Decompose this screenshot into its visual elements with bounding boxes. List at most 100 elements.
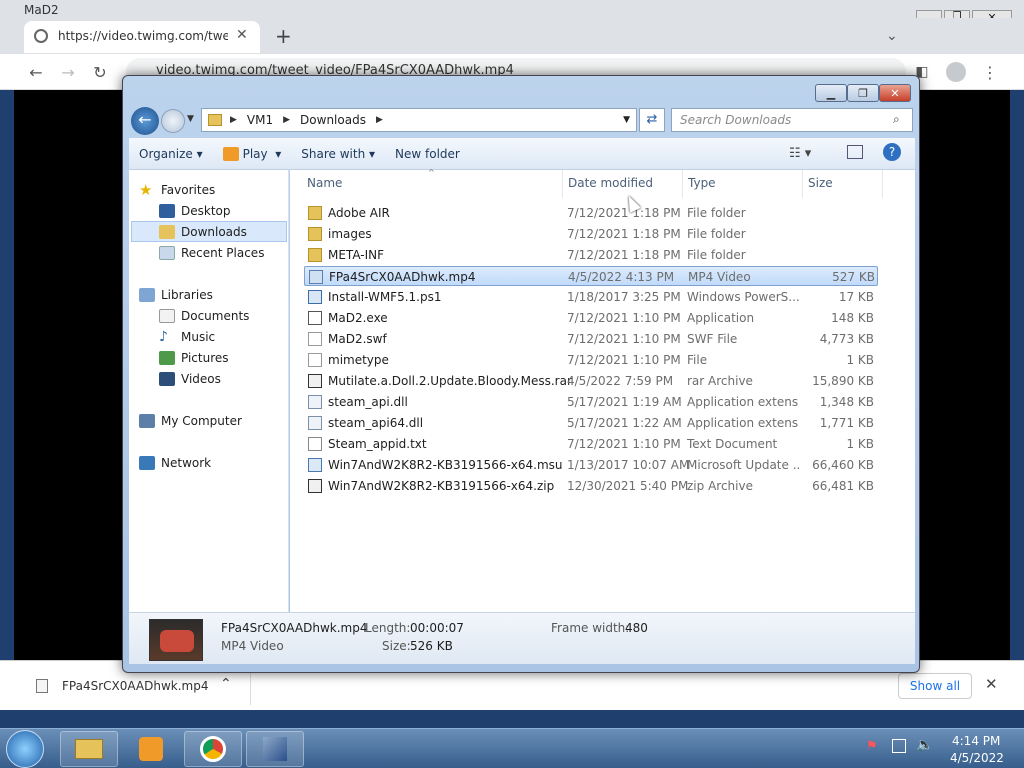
action-center-flag-icon[interactable]: ⚑ (866, 739, 878, 754)
file-date-cell: 5/17/2021 1:22 AM (567, 416, 682, 430)
computer-icon (139, 414, 155, 428)
table-row[interactable]: mimetype 7/12/2021 1:10 PM File 1 KB (304, 350, 878, 370)
column-header-type[interactable]: Type (688, 176, 716, 192)
file-date-cell: 7/12/2021 1:18 PM (567, 206, 681, 220)
forward-arrow-icon[interactable]: → (56, 60, 80, 84)
table-row[interactable]: steam_api.dll 5/17/2021 1:19 AM Applicatio… (304, 392, 878, 412)
browser-tab[interactable]: https://video.twimg.com/tweet_v ✕ (24, 21, 260, 53)
taskbar-game[interactable] (246, 731, 304, 767)
file-name-cell: META-INF (328, 248, 385, 262)
table-row[interactable]: Adobe AIR 7/12/2021 1:18 PM File folder (304, 203, 878, 223)
file-name-cell: Adobe AIR (328, 206, 390, 220)
clock-date[interactable]: 4/5/2022 (950, 751, 1004, 765)
table-row[interactable]: Mutilate.a.Doll.2.Update.Bloody.Mess.rar… (304, 371, 878, 391)
file-icon (308, 332, 322, 346)
media-player-icon (139, 737, 163, 761)
breadcrumb-vm1[interactable]: VM1 (247, 113, 273, 127)
table-row[interactable]: MaD2.swf 7/12/2021 1:10 PM SWF File 4,773 K… (304, 329, 878, 349)
new-folder-button[interactable]: New folder (385, 147, 470, 161)
reload-icon[interactable]: ↻ (88, 60, 112, 84)
file-date-cell: 7/12/2021 1:10 PM (567, 332, 681, 346)
table-row[interactable]: META-INF 7/12/2021 1:18 PM File folder (304, 245, 878, 265)
archive-icon (308, 479, 322, 493)
explorer-minimize-button[interactable]: ▁ (815, 84, 847, 102)
file-type-cell: Application extens... (687, 395, 799, 409)
column-header-name[interactable]: Name (307, 176, 342, 192)
tab-search-chevron-icon[interactable]: ⌄ (886, 28, 898, 44)
recent-pages-chevron-icon[interactable]: ▼ (187, 114, 194, 124)
search-input[interactable]: Search Downloads (671, 108, 913, 132)
taskbar-explorer[interactable] (60, 731, 118, 767)
nav-network[interactable]: Network (139, 453, 211, 473)
taskbar-media-player[interactable] (122, 731, 180, 767)
download-options-chevron-icon[interactable]: ⌃ (220, 676, 232, 692)
file-type-cell: rar Archive (687, 374, 753, 388)
volume-icon[interactable]: 🔈 (916, 737, 933, 753)
file-size-cell: 1 KB (846, 353, 874, 367)
file-name-cell: steam_api64.dll (328, 416, 424, 430)
table-row[interactable]: Install-WMF5.1.ps1 1/18/2017 3:25 PM Windo… (304, 287, 878, 307)
show-all-button[interactable]: Show all (898, 673, 972, 699)
new-tab-button[interactable]: + (275, 24, 292, 48)
preview-pane-icon[interactable] (847, 145, 863, 159)
table-row[interactable]: MaD2.exe 7/12/2021 1:10 PM Application 148 … (304, 308, 878, 328)
nav-documents[interactable]: Documents (159, 306, 249, 326)
globe-icon (34, 29, 48, 43)
nav-my-computer[interactable]: My Computer (139, 411, 242, 431)
play-button[interactable]: Play ▾ (213, 146, 292, 161)
file-name-cell: images (328, 227, 372, 241)
documents-icon (159, 309, 175, 323)
nav-music[interactable]: ♪ Music (159, 327, 215, 347)
nav-videos[interactable]: Videos (159, 369, 221, 389)
breadcrumb-downloads[interactable]: Downloads (300, 113, 366, 127)
table-row[interactable]: Win7AndW2K8R2-KB3191566-x64.zip 12/30/202… (304, 476, 878, 496)
help-icon[interactable]: ? (883, 143, 901, 161)
downloaded-file-icon (36, 679, 48, 693)
file-size-cell: 17 KB (838, 290, 874, 304)
search-icon[interactable]: ⌕ (893, 112, 900, 127)
table-row[interactable]: Win7AndW2K8R2-KB3191566-x64.msu 1/13/2017… (304, 455, 878, 475)
address-dropdown-icon[interactable]: ▼ (623, 115, 630, 125)
nav-favorites[interactable]: ★ Favorites (139, 180, 215, 200)
explorer-maximize-button[interactable]: ❐ (847, 84, 879, 102)
desktop-icon (159, 204, 175, 218)
downloads-folder-icon (159, 225, 175, 239)
file-type-cell: File folder (687, 206, 746, 220)
nav-documents-label: Documents (181, 309, 250, 323)
menu-kebab-icon[interactable]: ⋮ (978, 60, 1002, 84)
profile-avatar[interactable] (946, 62, 966, 82)
column-header-size[interactable]: Size (808, 176, 833, 192)
clock-time[interactable]: 4:14 PM (952, 734, 1000, 748)
download-bar-close-icon[interactable]: ✕ (985, 675, 998, 693)
network-tray-icon[interactable] (892, 739, 906, 753)
explorer-back-icon[interactable]: ← (131, 107, 159, 135)
back-arrow-icon[interactable]: ← (24, 60, 48, 84)
tab-title: https://video.twimg.com/tweet_v (58, 29, 228, 43)
nav-pictures[interactable]: Pictures (159, 348, 229, 368)
details-file-type: MP4 Video (221, 639, 284, 653)
taskbar-chrome[interactable] (184, 731, 242, 767)
dll-icon (308, 395, 322, 409)
share-with-button[interactable]: Share with ▾ (291, 147, 385, 161)
view-options-icon[interactable]: ☷ ▾ (789, 146, 811, 161)
file-date-cell: 7/12/2021 1:10 PM (567, 311, 681, 325)
nav-downloads[interactable]: Downloads (159, 222, 247, 242)
nav-desktop[interactable]: Desktop (159, 201, 231, 221)
table-row[interactable]: FPa4SrCX0AADhwk.mp4 4/5/2022 4:13 PM MP4 V… (304, 266, 878, 286)
table-row[interactable]: steam_api64.dll 5/17/2021 1:22 AM Applicat… (304, 413, 878, 433)
tab-close-icon[interactable]: ✕ (236, 27, 248, 43)
organize-button[interactable]: Organize ▾ (129, 147, 213, 161)
file-list: Name ^ Date modified Type Size Adobe AIR… (290, 168, 915, 612)
nav-recent-places[interactable]: Recent Places (159, 243, 264, 263)
explorer-address-bar[interactable]: ▶ VM1 ▶ Downloads ▶ ▼ (201, 108, 637, 132)
column-header-date[interactable]: Date modified (568, 176, 653, 192)
table-row[interactable]: Steam_appid.txt 7/12/2021 1:10 PM Text Doc… (304, 434, 878, 454)
nav-videos-label: Videos (181, 372, 221, 386)
nav-libraries[interactable]: Libraries (139, 285, 213, 305)
download-file-name[interactable]: FPa4SrCX0AADhwk.mp4 (62, 679, 209, 693)
refresh-icon[interactable]: ⇄ (639, 108, 665, 132)
explorer-forward-icon[interactable] (161, 109, 185, 133)
start-button[interactable] (6, 730, 44, 768)
table-row[interactable]: images 7/12/2021 1:18 PM File folder (304, 224, 878, 244)
explorer-close-button[interactable]: ✕ (879, 84, 911, 102)
